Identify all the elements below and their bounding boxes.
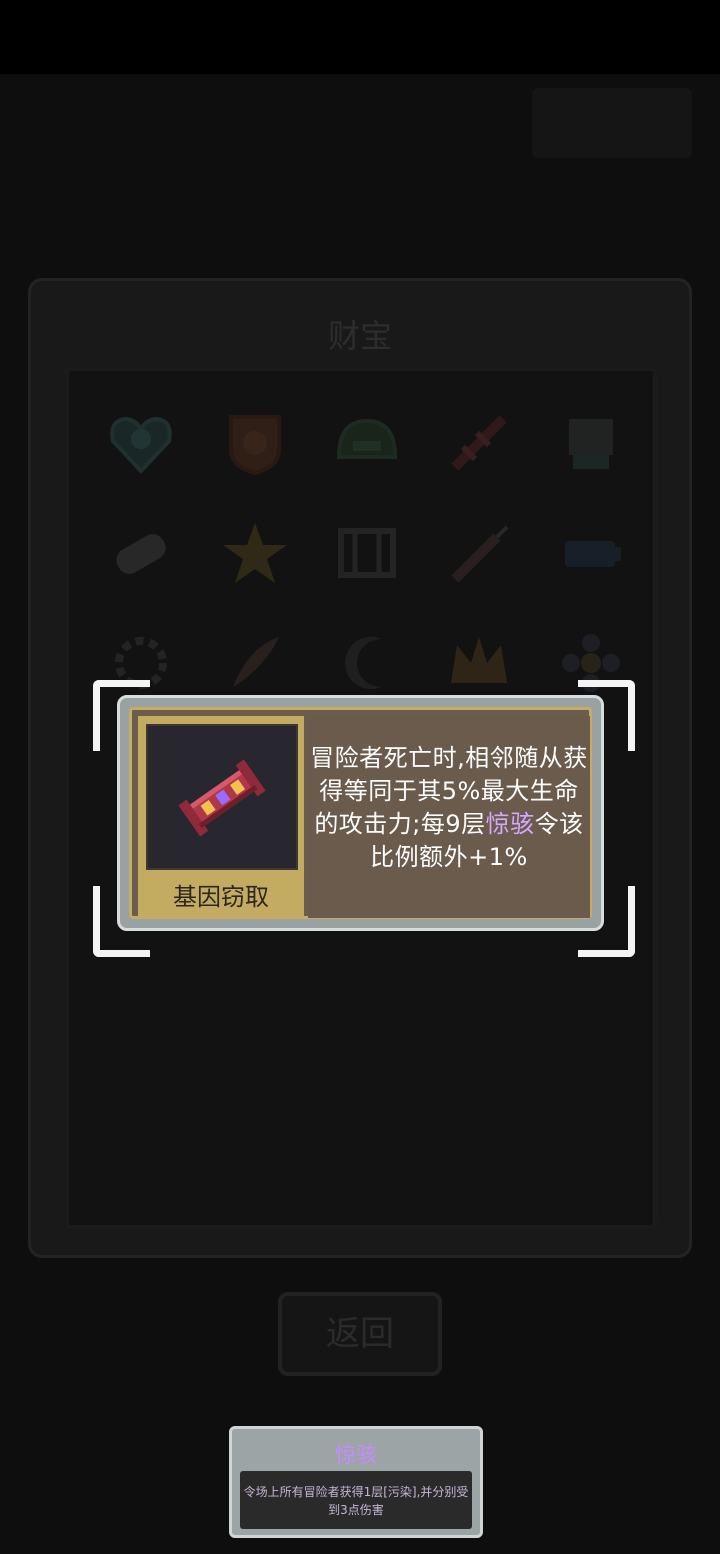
- gold-star-icon[interactable]: [219, 517, 291, 589]
- hud-panel: [532, 88, 692, 158]
- status-effect-desc-box: 令场上所有冒险者获得1层[污染],并分别受到3点伤害: [240, 1471, 472, 1529]
- status-effect-description: 令场上所有冒险者获得1层[污染],并分别受到3点伤害: [243, 1485, 469, 1517]
- pill-icon[interactable]: [105, 517, 177, 589]
- feather-icon[interactable]: [219, 627, 291, 699]
- stone-fist-icon[interactable]: [555, 407, 627, 479]
- status-effect-title: 惊骇: [335, 1443, 377, 1467]
- orange-shield-icon[interactable]: [219, 407, 291, 479]
- gold-crown-icon[interactable]: [443, 627, 515, 699]
- battery-icon[interactable]: [555, 517, 627, 589]
- item-card: 基因窃取: [138, 716, 304, 918]
- back-button[interactable]: 返回: [278, 1292, 442, 1376]
- green-helmet-icon[interactable]: [331, 407, 403, 479]
- tooltip-frame: 基因窃取 冒险者死亡时,相邻随从获得等同于其5%最大生命的攻击力;每9层惊骇令该…: [129, 707, 592, 919]
- dna-icon[interactable]: [443, 407, 515, 479]
- item-description-box: 冒险者死亡时,相邻随从获得等同于其5%最大生命的攻击力;每9层惊骇令该比例额外+…: [308, 716, 590, 918]
- gate-icon[interactable]: [331, 517, 403, 589]
- heart-gem-icon[interactable]: [105, 407, 177, 479]
- keyword-highlight[interactable]: 惊骇: [486, 810, 535, 838]
- crescent-icon[interactable]: [331, 627, 403, 699]
- item-description: 冒险者死亡时,相邻随从获得等同于其5%最大生命的攻击力;每9层惊骇令该比例额外+…: [308, 742, 590, 874]
- item-portrait: [146, 724, 298, 870]
- status-bar: [0, 0, 720, 74]
- status-effect-popup: 惊骇 令场上所有冒险者获得1层[污染],并分别受到3点伤害: [229, 1426, 483, 1538]
- item-tooltip: 基因窃取 冒险者死亡时,相邻随从获得等同于其5%最大生命的攻击力;每9层惊骇令该…: [117, 695, 604, 931]
- treasure-title: 财宝: [327, 317, 392, 355]
- game-screen: 财宝 返回 基因窃取 冒险者死亡时,相邻随从获得等同于其5%最大生命的攻击力;每…: [0, 0, 720, 1554]
- item-name: 基因窃取: [173, 883, 269, 911]
- dna-icon: [178, 759, 266, 837]
- syringe-icon[interactable]: [443, 517, 515, 589]
